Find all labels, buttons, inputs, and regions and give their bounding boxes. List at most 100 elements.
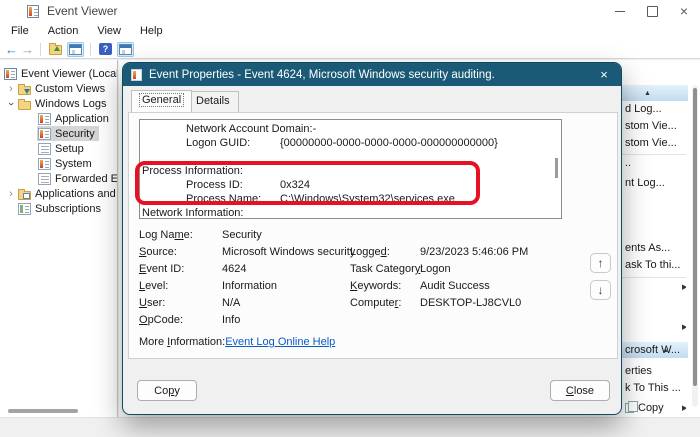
collapse-icon[interactable]: ▲ — [662, 347, 669, 354]
tree-item-label: System — [55, 157, 92, 170]
tree-item-label: Setup — [55, 142, 84, 155]
actions-panel: ▲ d Log... stom Vie... stom Vie..... nt Log.… — [622, 60, 700, 417]
chevron-collapsed-icon[interactable]: › — [5, 83, 17, 94]
up-level-icon[interactable] — [47, 42, 64, 57]
action-item-label: stom Vie... — [625, 137, 677, 149]
action-item[interactable]: erties — [622, 364, 686, 378]
tree-item-system[interactable]: System — [0, 156, 117, 171]
action-item[interactable]: ents As... — [622, 241, 686, 255]
dialog-titlebar[interactable]: Event Properties - Event 4624, Microsoft… — [123, 63, 621, 86]
show-hide-tree-icon[interactable] — [67, 41, 84, 57]
description-value: {00000000-0000-0000-0000-000000000000} — [280, 137, 498, 149]
actions-section-header[interactable]: crosoft W... ▲ — [622, 342, 688, 358]
field-label: Task Category: — [350, 263, 424, 275]
tree-item-windows-logs[interactable]: › Windows Logs — [0, 96, 117, 111]
minimize-button[interactable] — [604, 0, 636, 22]
field-label: Source: — [139, 246, 177, 258]
tree-item-custom-views[interactable]: › Custom Views — [0, 81, 117, 96]
action-item[interactable]: d Log... — [622, 102, 686, 116]
chevron-collapsed-icon[interactable]: › — [5, 188, 17, 199]
window-title: Event Viewer — [47, 4, 118, 18]
toolbar-separator — [40, 42, 41, 56]
copy-button[interactable]: Co p y — [137, 380, 197, 401]
show-hide-action-pane-icon[interactable] — [117, 41, 134, 57]
tree-item-application[interactable]: Application — [0, 111, 117, 126]
action-item[interactable]: ▶ — [622, 320, 686, 334]
help-icon[interactable]: ? — [97, 41, 114, 57]
actions-section-header[interactable]: ▲ — [622, 85, 688, 101]
tree-item-event-viewer-local[interactable]: Event Viewer (Local) — [0, 66, 117, 81]
description-label: Network Account Domain: — [186, 123, 313, 135]
subscriptions-icon — [18, 202, 31, 215]
action-item[interactable]: ▶ — [622, 280, 686, 294]
close-window-button[interactable]: × — [668, 0, 700, 22]
copy-icon — [625, 401, 638, 413]
tree-hscrollbar-thumb[interactable] — [8, 409, 78, 413]
description-scrollbar-thumb[interactable] — [555, 158, 558, 178]
description-value: 0x324 — [280, 179, 310, 191]
action-item-label: k To This ... — [625, 382, 681, 394]
window-controls: × — [604, 0, 700, 22]
tab-details[interactable]: Details — [187, 91, 239, 112]
tree-item-setup[interactable]: Setup — [0, 141, 117, 156]
field-row: Log Name: Security — [139, 229, 609, 246]
next-event-button[interactable]: ↓ — [590, 280, 611, 300]
action-item[interactable]: stom Vie... — [622, 119, 686, 133]
log-event-icon — [38, 157, 51, 170]
field-value: 4624 — [222, 263, 247, 275]
action-item[interactable]: nt Log... — [622, 176, 686, 190]
collapse-icon[interactable]: ▲ — [644, 90, 651, 97]
field-row: User: N/A Computer: DESKTOP-LJ8CVL0 — [139, 297, 609, 314]
window-bottom-strip — [0, 417, 700, 437]
menu-view[interactable]: View — [94, 24, 124, 38]
event-log-online-help-link[interactable]: Event Log Online Help — [225, 336, 335, 348]
action-item-label: .. — [625, 157, 632, 169]
description-label: Logon GUID: — [186, 137, 251, 149]
menu-help[interactable]: Help — [137, 24, 166, 38]
tree-item-inner: System — [37, 156, 96, 171]
field-row: Event ID: 4624 Task Category: Logon — [139, 263, 609, 280]
previous-event-button[interactable]: ↑ — [590, 253, 611, 273]
description-line: Process Name: C:\Windows\System32\service… — [140, 192, 553, 206]
action-item[interactable]: .. — [622, 156, 686, 170]
tree-item-inner: Event Viewer (Local) — [3, 66, 117, 81]
action-item[interactable]: k To This ... — [622, 381, 686, 395]
action-item[interactable]: Copy ▶ — [622, 401, 686, 415]
tree-item-forwarded-events[interactable]: Forwarded Events — [0, 171, 117, 186]
tree-item-label: Custom Views — [35, 82, 106, 95]
field-value: Security — [222, 229, 262, 241]
tab-general[interactable]: General — [131, 90, 193, 112]
tree-item-subscriptions[interactable]: Subscriptions — [0, 201, 117, 216]
event-description[interactable]: Network Account Domain: - Logon GUID: {0000… — [139, 119, 562, 219]
event-viewer-icon — [4, 67, 17, 80]
description-section: Process Information: — [142, 165, 243, 177]
actions-scrollbar-thumb[interactable] — [693, 88, 697, 386]
action-item-label: Copy — [638, 402, 664, 414]
menu-action[interactable]: Action — [45, 24, 82, 38]
action-item[interactable]: stom Vie... — [622, 136, 686, 150]
dialog-close-icon[interactable]: × — [593, 67, 615, 82]
action-item[interactable]: ask To thi... — [622, 258, 686, 272]
tree-item-inner: Subscriptions — [17, 201, 105, 216]
action-item-label: stom Vie... — [625, 120, 677, 132]
action-item-label: nt Log... — [625, 177, 665, 189]
tree-item-security[interactable]: Security — [0, 126, 117, 141]
maximize-button[interactable] — [636, 0, 668, 22]
log-event-icon — [38, 127, 51, 140]
menu-file[interactable]: File — [8, 24, 32, 38]
field-value: Logon — [420, 263, 451, 275]
window-titlebar: Event Viewer × — [0, 0, 700, 22]
field-label: Logged: — [350, 246, 390, 258]
tree-item-applications-and-services-logs[interactable]: › Applications and Services Logs — [0, 186, 117, 201]
forward-icon[interactable]: → — [21, 43, 34, 56]
tree-item-inner: Forwarded Events — [37, 171, 117, 186]
event-viewer-window: Event Viewer × File Action View Help ← → ? … — [0, 0, 700, 437]
field-value: Info — [222, 314, 241, 326]
field-value: Audit Success — [420, 280, 490, 292]
chevron-expanded-icon[interactable]: › — [5, 98, 17, 110]
field-label: OpCode: — [139, 314, 184, 326]
field-row: Source: Microsoft Windows security Logged:… — [139, 246, 609, 263]
close-button[interactable]: Close — [550, 380, 610, 401]
back-icon[interactable]: ← — [5, 43, 18, 56]
tree-item-label: Security — [55, 127, 95, 140]
